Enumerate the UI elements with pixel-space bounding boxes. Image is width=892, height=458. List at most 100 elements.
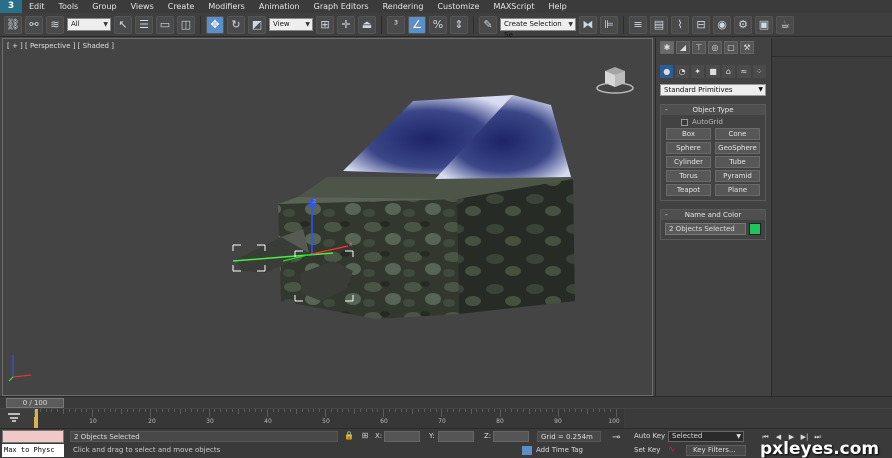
menu-modifiers[interactable]: Modifiers: [201, 0, 252, 13]
teapot-button[interactable]: Teapot: [666, 184, 711, 196]
primitive-category-select[interactable]: Standard Primitives: [660, 84, 766, 96]
rectangular-selection-icon[interactable]: ▭: [156, 15, 174, 34]
select-by-name-icon[interactable]: ☰: [135, 15, 153, 34]
window-crossing-icon[interactable]: ◫: [177, 15, 195, 34]
auto-key-button[interactable]: Auto Key: [634, 431, 666, 442]
unlink-icon[interactable]: ⚯: [25, 15, 43, 34]
autogrid-checkbox[interactable]: [681, 118, 688, 126]
manipulate-icon[interactable]: ✛: [337, 15, 355, 34]
app-logo-button[interactable]: 3: [0, 0, 22, 13]
named-selection-set-select[interactable]: Create Selection Se: [500, 18, 576, 39]
menu-rendering[interactable]: Rendering: [376, 0, 431, 13]
utilities-tab-icon[interactable]: ⚒: [740, 41, 754, 54]
snaps-toggle-icon[interactable]: ³: [387, 15, 405, 34]
torus-button[interactable]: Torus: [666, 170, 711, 182]
layer-manager-icon[interactable]: ≡: [629, 15, 647, 34]
geosphere-button[interactable]: GeoSphere: [715, 142, 760, 154]
ruler-tick: [610, 409, 612, 412]
ruler-tick: [167, 409, 169, 412]
car-cabin-mesh[interactable]: [343, 95, 571, 179]
modify-tab-icon[interactable]: ◢: [676, 41, 690, 54]
pyramid-button[interactable]: Pyramid: [715, 170, 760, 182]
material-editor-icon[interactable]: ◉: [713, 15, 731, 34]
shapes-icon[interactable]: ◔: [675, 65, 689, 78]
menu-create[interactable]: Create: [161, 0, 202, 13]
keyboard-shortcut-override-icon[interactable]: ⏏: [358, 15, 376, 34]
z-coordinate-field[interactable]: [493, 431, 529, 442]
x-coordinate-field[interactable]: [384, 431, 420, 442]
mini-curve-editor-icon[interactable]: [8, 412, 20, 422]
schematic-view-icon[interactable]: ⊟: [692, 15, 710, 34]
pivot-center-icon[interactable]: ⊞: [316, 15, 334, 34]
space-warps-icon[interactable]: ≈: [737, 65, 751, 78]
menu-help[interactable]: Help: [542, 0, 574, 13]
display-tab-icon[interactable]: ▢: [724, 41, 738, 54]
maxscript-mini-listener-input[interactable]: Max to Physc: [2, 444, 64, 457]
link-icon[interactable]: ⛓: [4, 15, 22, 34]
menu-graph-editors[interactable]: Graph Editors: [307, 0, 376, 13]
add-time-tag-button[interactable]: Add Time Tag: [522, 445, 612, 456]
cylinder-button[interactable]: Cylinder: [666, 156, 711, 168]
menu-maxscript[interactable]: MAXScript: [486, 0, 541, 13]
time-slider-thumb[interactable]: 0 / 100: [6, 398, 64, 408]
key-mode-select[interactable]: Selected: [668, 431, 744, 442]
select-and-rotate-icon[interactable]: ↻: [227, 15, 245, 34]
spinner-snap-icon[interactable]: ⇕: [450, 15, 468, 34]
menu-edit[interactable]: Edit: [22, 0, 52, 13]
viewcube-icon[interactable]: [595, 65, 637, 95]
motion-tab-icon[interactable]: ◎: [708, 41, 722, 54]
set-key-button[interactable]: Set Key: [634, 445, 666, 456]
perspective-viewport[interactable]: z x [ + ] [ Perspective ] [ Shaded ]: [2, 38, 653, 396]
cameras-icon[interactable]: ■: [706, 65, 720, 78]
menu-tools[interactable]: Tools: [52, 0, 86, 13]
set-key-curve-icon[interactable]: ∿: [668, 445, 682, 456]
geometry-icon[interactable]: ●: [660, 65, 674, 78]
ruler-label: 20: [148, 418, 156, 425]
frame-ruler[interactable]: 10 20 30 40 50 60 70 80 90 100: [34, 409, 624, 428]
rendered-frame-window-icon[interactable]: ▣: [755, 15, 773, 34]
cone-button[interactable]: Cone: [715, 128, 760, 140]
name-and-color-header[interactable]: Name and Color: [661, 210, 765, 220]
sphere-button[interactable]: Sphere: [666, 142, 711, 154]
menu-animation[interactable]: Animation: [252, 0, 307, 13]
percent-snap-icon[interactable]: %: [429, 15, 447, 34]
lights-icon[interactable]: ✦: [690, 65, 705, 78]
mirror-icon[interactable]: ⧓: [579, 15, 597, 34]
maxscript-mini-listener-output[interactable]: [2, 430, 64, 443]
tube-button[interactable]: Tube: [715, 156, 760, 168]
selection-filter-select[interactable]: All: [67, 18, 111, 31]
menu-views[interactable]: Views: [124, 0, 161, 13]
menu-customize[interactable]: Customize: [430, 0, 486, 13]
key-icon[interactable]: ⊸: [612, 433, 628, 443]
align-icon[interactable]: ⊫: [600, 15, 618, 34]
object-type-header[interactable]: Object Type: [661, 105, 765, 115]
menu-group[interactable]: Group: [85, 0, 123, 13]
select-and-scale-icon[interactable]: ◩: [248, 15, 266, 34]
object-color-swatch[interactable]: [749, 223, 761, 235]
select-and-move-icon[interactable]: ✥: [206, 15, 224, 34]
lock-icon[interactable]: 🔒: [344, 431, 354, 441]
key-filters-button[interactable]: Key Filters...: [686, 445, 746, 456]
plane-button[interactable]: Plane: [715, 184, 760, 196]
helpers-icon[interactable]: ⌂: [721, 65, 736, 78]
time-slider[interactable]: 0 / 100: [0, 396, 892, 408]
systems-icon[interactable]: ⁘: [752, 65, 766, 78]
bind-space-warp-icon[interactable]: ≋: [46, 15, 64, 34]
autogrid-toggle[interactable]: AutoGrid: [681, 118, 765, 126]
create-tab-icon[interactable]: ✱: [660, 41, 674, 54]
viewport-label[interactable]: [ + ] [ Perspective ] [ Shaded ]: [7, 42, 114, 50]
graphite-ribbon-icon[interactable]: ▤: [650, 15, 668, 34]
angle-snap-icon[interactable]: ∠: [408, 15, 426, 34]
hierarchy-tab-icon[interactable]: ⊤: [692, 41, 706, 54]
edit-named-selection-icon[interactable]: ✎: [479, 15, 497, 34]
object-name-field[interactable]: 2 Objects Selected: [665, 223, 746, 235]
curve-editor-icon[interactable]: ⌇: [671, 15, 689, 34]
reference-coordinate-select[interactable]: View: [269, 18, 313, 31]
render-setup-icon[interactable]: ⚙: [734, 15, 752, 34]
selection-status-text: 2 Objects Selected: [70, 431, 338, 442]
box-button[interactable]: Box: [666, 128, 711, 140]
render-production-icon[interactable]: ☕: [776, 15, 794, 34]
y-coordinate-field[interactable]: [438, 431, 474, 442]
absolute-mode-icon[interactable]: ⊞: [360, 431, 370, 441]
select-object-icon[interactable]: ↖: [114, 15, 132, 34]
